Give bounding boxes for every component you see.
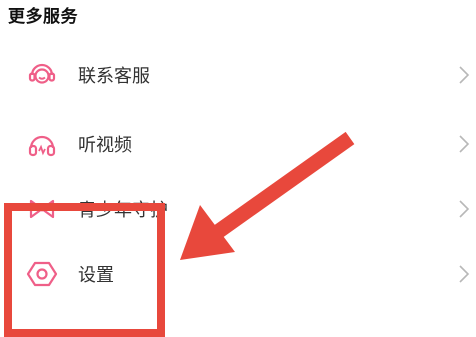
section-title: 更多服务 [8, 7, 78, 27]
menu-item-listen-video[interactable]: 听视频 [0, 111, 476, 177]
menu-item-label: 联系客服 [78, 66, 150, 87]
menu-item-label: 听视频 [78, 135, 132, 156]
menu-item-contact-support[interactable]: 联系客服 [0, 42, 476, 108]
chevron-right-icon [459, 66, 470, 84]
headphones-icon [28, 135, 56, 157]
chevron-right-icon [459, 200, 470, 218]
headset-icon [28, 63, 56, 84]
annotation-highlight-box [4, 203, 165, 337]
chevron-right-icon [459, 265, 470, 283]
chevron-right-icon [459, 135, 470, 153]
